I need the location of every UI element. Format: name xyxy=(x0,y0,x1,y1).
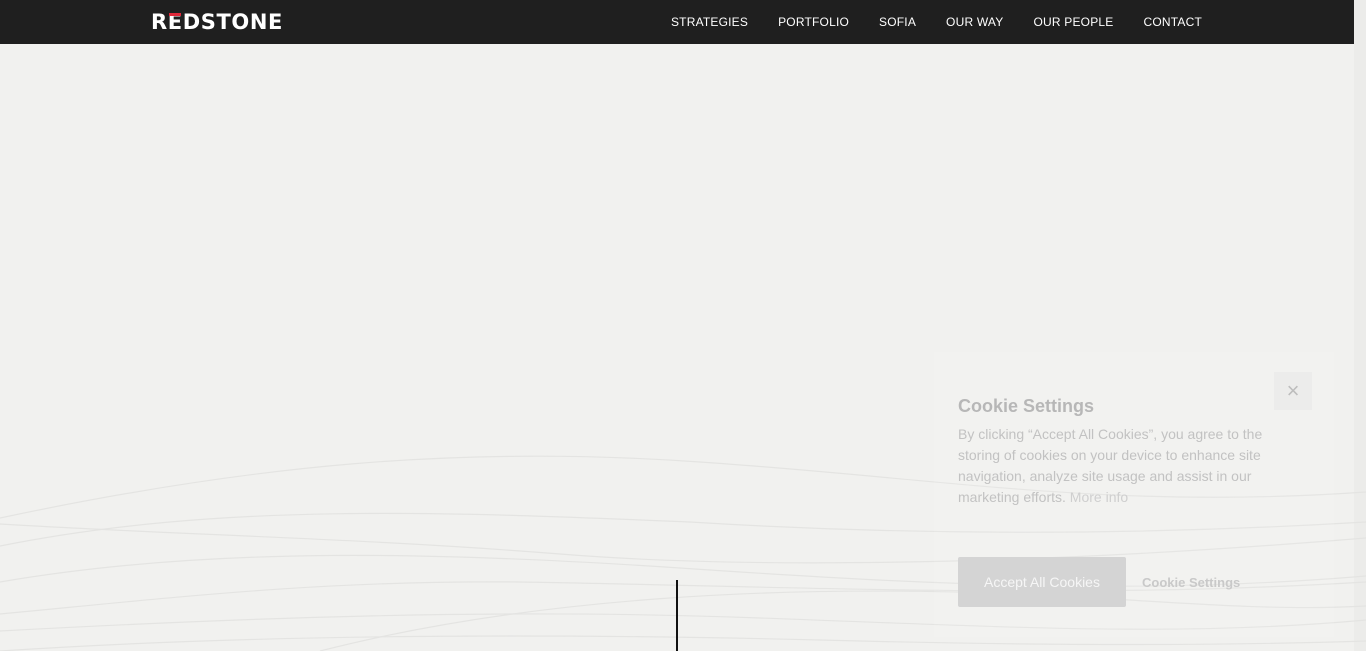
page: R E DSTONE STRATEGIES PORTFOLIO SOFIA OU… xyxy=(0,0,1366,651)
more-info-link[interactable]: More info xyxy=(1070,489,1128,505)
nav-our-way-link[interactable]: OUR WAY xyxy=(946,0,1003,44)
accept-all-cookies-button[interactable]: Accept All Cookies xyxy=(958,557,1126,607)
logo-wordmark-rest: DSTONE xyxy=(182,10,283,34)
close-icon: × xyxy=(1286,378,1300,403)
cookie-settings-title: Cookie Settings xyxy=(958,396,1095,416)
cookie-settings-banner: × Cookie Settings By clicking “Accept Al… xyxy=(934,352,1334,637)
top-navigation-bar: R E DSTONE STRATEGIES PORTFOLIO SOFIA OU… xyxy=(0,0,1354,44)
logo-red-e-mark: E xyxy=(167,10,183,34)
cookie-settings-button[interactable]: Cookie Settings xyxy=(1142,557,1240,607)
nav-strategies-link[interactable]: STRATEGIES xyxy=(671,0,748,44)
wave-line xyxy=(0,635,1366,651)
nav-our-people-link[interactable]: OUR PEOPLE xyxy=(1033,0,1113,44)
main-navigation: STRATEGIES PORTFOLIO SOFIA OUR WAY OUR P… xyxy=(671,0,1202,44)
close-button[interactable]: × xyxy=(1274,372,1312,410)
nav-sofia-link[interactable]: SOFIA xyxy=(879,0,916,44)
redstone-logo[interactable]: R E DSTONE xyxy=(151,10,283,34)
nav-contact-link[interactable]: CONTACT xyxy=(1143,0,1202,44)
cookie-settings-description: By clicking “Accept All Cookies”, you ag… xyxy=(958,424,1298,508)
scroll-indicator-line xyxy=(676,580,678,651)
nav-portfolio-link[interactable]: PORTFOLIO xyxy=(778,0,849,44)
logo-letter-r: R xyxy=(151,10,168,34)
